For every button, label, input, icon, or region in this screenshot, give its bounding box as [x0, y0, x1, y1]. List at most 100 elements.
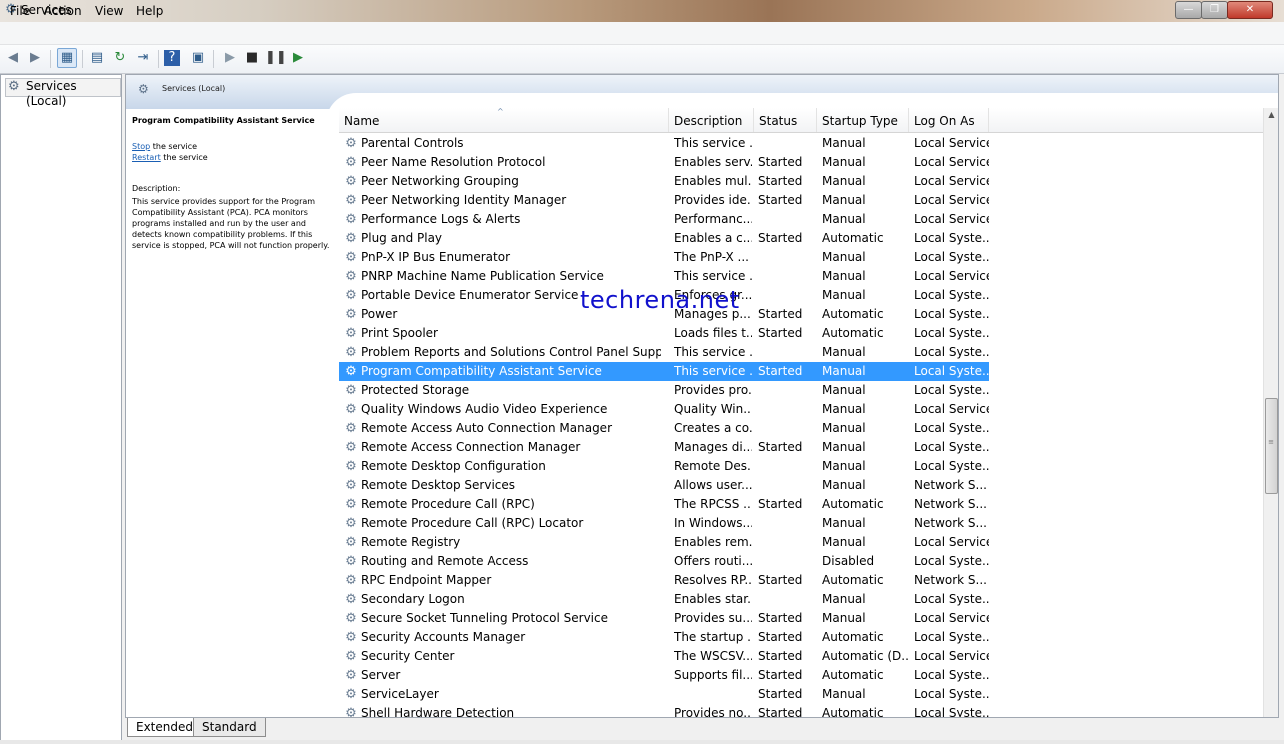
- restart-service-link[interactable]: Restart: [132, 153, 161, 162]
- table-row[interactable]: ⚙ Problem Reports and Solutions Control P…: [339, 343, 989, 362]
- table-row[interactable]: ⚙ Remote Procedure Call (RPC) Locator In W…: [339, 514, 989, 533]
- service-log-on-as: Local Syste...: [914, 706, 989, 718]
- service-name: Performance Logs & Alerts: [361, 212, 521, 226]
- tab-standard[interactable]: Standard: [193, 718, 266, 737]
- service-description: The RPCSS ...: [674, 497, 752, 511]
- service-status: Started: [758, 440, 803, 454]
- tab-extended[interactable]: Extended: [127, 718, 202, 737]
- table-row[interactable]: ⚙ Performance Logs & Alerts Performanc... M…: [339, 210, 989, 229]
- pause-service-icon[interactable]: ❚❚: [265, 48, 287, 68]
- refresh-icon[interactable]: ↻: [110, 48, 130, 68]
- scroll-up-arrow-icon[interactable]: ▲: [1265, 110, 1278, 123]
- table-row[interactable]: ⚙ Protected Storage Provides pro... Manual L…: [339, 381, 989, 400]
- service-startup-type: Automatic: [822, 497, 884, 511]
- title-bar[interactable]: [0, 0, 1284, 22]
- selected-service-name: Program Compatibility Assistant Service: [132, 116, 315, 125]
- maximize-button[interactable]: ❐: [1201, 1, 1228, 19]
- service-log-on-as: Local Syste...: [914, 288, 989, 302]
- table-row[interactable]: ⚙ Remote Desktop Configuration Remote Des.…: [339, 457, 989, 476]
- service-description: Performanc...: [674, 212, 752, 226]
- vertical-scrollbar[interactable]: ▲ ≡: [1263, 108, 1278, 717]
- table-row[interactable]: ⚙ PnP-X IP Bus Enumerator The PnP-X ... Man…: [339, 248, 989, 267]
- service-description: Provides no...: [674, 706, 752, 718]
- column-header-name[interactable]: Name ^: [339, 108, 669, 132]
- menu-help[interactable]: Help: [136, 4, 163, 18]
- menu-action[interactable]: Action: [44, 4, 82, 18]
- table-row[interactable]: ⚙ Peer Name Resolution Protocol Enables se…: [339, 153, 989, 172]
- services-list[interactable]: Name ^ Description Status Startup Type L…: [339, 108, 1263, 718]
- service-gear-icon: ⚙: [345, 364, 357, 379]
- service-startup-type: Disabled: [822, 554, 875, 568]
- column-header-startup-type[interactable]: Startup Type: [817, 108, 909, 132]
- properties-icon[interactable]: ▤: [87, 48, 107, 68]
- service-startup-type: Automatic: [822, 668, 884, 682]
- service-gear-icon: ⚙: [345, 288, 357, 303]
- back-arrow-icon[interactable]: ◀: [3, 48, 23, 68]
- column-header-log-on-as[interactable]: Log On As: [909, 108, 989, 132]
- table-row[interactable]: ⚙ Plug and Play Enables a c... Started Autom…: [339, 229, 989, 248]
- table-row[interactable]: ⚙ Secondary Logon Enables star... Manual Loc…: [339, 590, 989, 609]
- service-name: Peer Networking Identity Manager: [361, 193, 567, 207]
- table-row[interactable]: ⚙ ServiceLayer Started Manual Local Syste...: [339, 685, 989, 704]
- table-row[interactable]: ⚙ Parental Controls This service ... Manual…: [339, 134, 989, 153]
- service-name: ServiceLayer: [361, 687, 439, 701]
- table-row[interactable]: ⚙ Peer Networking Grouping Enables mul... S…: [339, 172, 989, 191]
- restart-service-icon[interactable]: ▶: [288, 48, 308, 68]
- menu-file[interactable]: File: [10, 4, 30, 18]
- stop-service-icon[interactable]: ■: [242, 48, 262, 68]
- export-list-icon[interactable]: ⇥: [133, 48, 153, 68]
- service-startup-type: Automatic (D...: [822, 649, 910, 663]
- table-row[interactable]: ⚙ Remote Registry Enables rem... Manual Loca…: [339, 533, 989, 552]
- table-row[interactable]: ⚙ Security Center The WSCSV... Started Autom…: [339, 647, 989, 666]
- service-gear-icon: ⚙: [345, 383, 357, 398]
- table-row[interactable]: ⚙ Peer Networking Identity Manager Provide…: [339, 191, 989, 210]
- console-tree: ⚙ Services (Local): [0, 74, 122, 744]
- menu-bar: [0, 22, 1284, 45]
- forward-arrow-icon[interactable]: ▶: [25, 48, 45, 68]
- column-header-status[interactable]: Status: [754, 108, 817, 132]
- service-startup-type: Manual: [822, 212, 866, 226]
- table-row[interactable]: ⚙ Server Supports fil... Started Automatic Lo…: [339, 666, 989, 685]
- service-log-on-as: Local Service: [914, 155, 989, 169]
- table-row[interactable]: ⚙ Routing and Remote Access Offers routi..…: [339, 552, 989, 571]
- description-text: This service provides support for the Pr…: [132, 197, 330, 250]
- service-log-on-as: Local Syste...: [914, 345, 989, 359]
- scrollbar-thumb[interactable]: [1265, 398, 1278, 494]
- table-row[interactable]: ⚙ RPC Endpoint Mapper Resolves RP... Starte…: [339, 571, 989, 590]
- service-name: Plug and Play: [361, 231, 443, 245]
- service-log-on-as: Local Syste...: [914, 383, 989, 397]
- show-hide-console-tree-icon[interactable]: ▦: [57, 48, 77, 68]
- service-gear-icon: ⚙: [345, 554, 357, 569]
- table-row[interactable]: ⚙ Remote Access Connection Manager Manages…: [339, 438, 989, 457]
- table-row[interactable]: ⚙ Remote Procedure Call (RPC) The RPCSS ..…: [339, 495, 989, 514]
- table-row[interactable]: ⚙ PNRP Machine Name Publication Service Th…: [339, 267, 989, 286]
- table-row[interactable]: ⚙ Shell Hardware Detection Provides no... S…: [339, 704, 989, 718]
- table-row[interactable]: ⚙ Security Accounts Manager The startup ..…: [339, 628, 989, 647]
- table-row[interactable]: ⚙ Secure Socket Tunneling Protocol Servic…: [339, 609, 989, 628]
- start-service-icon[interactable]: ▶: [220, 48, 240, 68]
- service-gear-icon: ⚙: [345, 630, 357, 645]
- menu-view[interactable]: View: [95, 4, 123, 18]
- table-row[interactable]: ⚙ Quality Windows Audio Video Experience Q…: [339, 400, 989, 419]
- service-log-on-as: Local Service: [914, 269, 989, 283]
- service-startup-type: Manual: [822, 421, 866, 435]
- minimize-button[interactable]: —: [1175, 1, 1202, 19]
- help-icon[interactable]: ?: [164, 50, 180, 66]
- service-startup-type: Manual: [822, 345, 866, 359]
- service-log-on-as: Local Syste...: [914, 364, 989, 378]
- service-name: Routing and Remote Access: [361, 554, 529, 568]
- details-pane: ⚙ Services (Local) Program Compatibility…: [125, 74, 1279, 718]
- service-log-on-as: Local Service: [914, 611, 989, 625]
- action-pane-icon[interactable]: ▣: [188, 48, 208, 68]
- column-header-description[interactable]: Description: [669, 108, 754, 132]
- service-status: Started: [758, 573, 803, 587]
- close-button[interactable]: ✕: [1227, 1, 1273, 19]
- table-row[interactable]: ⚙ Program Compatibility Assistant Service…: [339, 362, 989, 381]
- tree-item-services-local[interactable]: ⚙ Services (Local): [5, 78, 121, 108]
- service-log-on-as: Local Service: [914, 174, 989, 188]
- table-row[interactable]: ⚙ Print Spooler Loads files t... Started Aut…: [339, 324, 989, 343]
- service-gear-icon: ⚙: [345, 516, 357, 531]
- table-row[interactable]: ⚙ Remote Access Auto Connection Manager Cr…: [339, 419, 989, 438]
- stop-service-link[interactable]: Stop: [132, 142, 150, 151]
- table-row[interactable]: ⚙ Remote Desktop Services Allows user... Ma…: [339, 476, 989, 495]
